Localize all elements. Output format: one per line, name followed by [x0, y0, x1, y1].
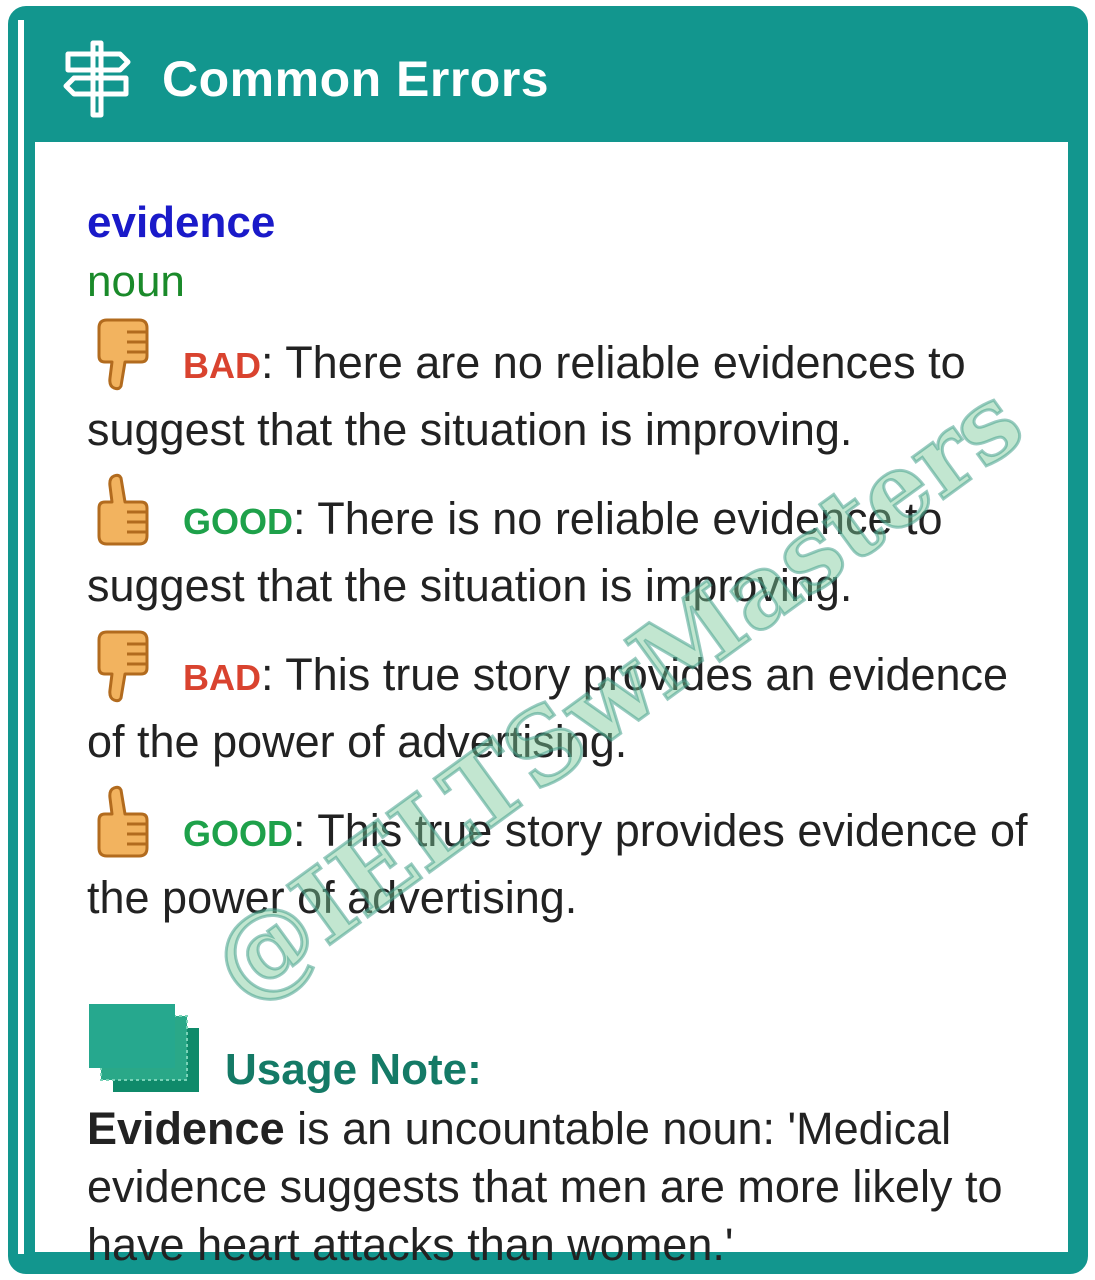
good-label: GOOD — [183, 813, 294, 854]
entry-content: evidence noun BAD: There are no reliable… — [87, 194, 1047, 1274]
usage-note-title: Usage Note: — [225, 1045, 482, 1094]
example-good-1: GOOD: There is no reliable evidence to s… — [87, 472, 1047, 618]
headword: evidence — [87, 198, 276, 247]
bad-label: BAD — [183, 657, 261, 698]
card-accent-bar — [18, 20, 24, 1254]
example-good-2: GOOD: This true story provides evidence … — [87, 784, 1047, 930]
good-label: GOOD — [183, 501, 294, 542]
thumbs-up-icon — [97, 785, 149, 858]
card-title: Common Errors — [162, 51, 550, 107]
thumbs-up-icon — [97, 473, 149, 546]
card-body: evidence noun BAD: There are no reliable… — [35, 142, 1068, 1270]
example-bad-2: BAD: This true story provides an evidenc… — [87, 628, 1047, 774]
thumbs-down-icon — [97, 630, 149, 703]
stacked-notes-icon — [89, 1004, 199, 1092]
usage-note-header: Usage Note: — [87, 1002, 1047, 1096]
usage-note-text: Evidence is an uncountable noun: 'Medica… — [87, 1100, 1047, 1274]
signpost-icon — [63, 40, 131, 118]
thumbs-down-icon — [97, 318, 149, 391]
example-bad-1: BAD: There are no reliable evidences to … — [87, 316, 1047, 462]
bad-label: BAD — [183, 345, 261, 386]
card-header: Common Errors — [28, 20, 1068, 138]
page: Common Errors evidence noun BAD: There a… — [0, 0, 1095, 1280]
part-of-speech: noun — [87, 257, 185, 306]
usage-note-keyword: Evidence — [87, 1103, 285, 1154]
